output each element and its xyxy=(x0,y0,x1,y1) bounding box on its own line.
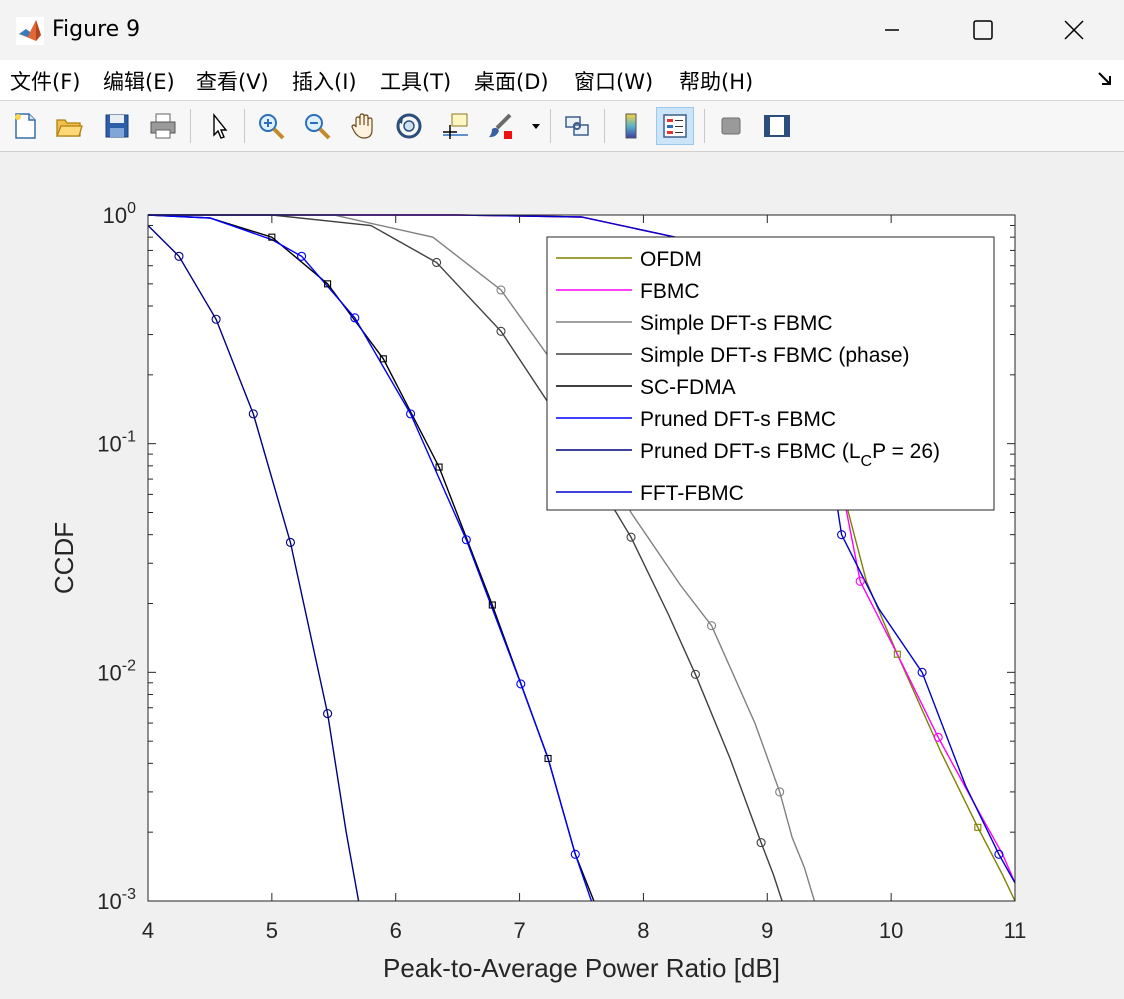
y-tick-label: 10-2 xyxy=(97,657,136,685)
legend[interactable]: OFDM FBMC Simple DFT-s FBMC Simple DFT-s FB… xyxy=(546,236,995,511)
pan-icon xyxy=(351,113,373,139)
x-tick-label: 11 xyxy=(1004,918,1027,943)
x-axis-label: Peak-to-Average Power Ratio [dB] xyxy=(383,953,780,983)
x-tick-label: 8 xyxy=(637,918,649,943)
menu-insert[interactable]: 插入(I) xyxy=(292,66,357,96)
y-axis-label: CCDF xyxy=(49,522,79,594)
colorbar-button[interactable] xyxy=(612,107,650,145)
legend-label: SC-FDMA xyxy=(640,376,736,399)
menu-view[interactable]: 查看(V) xyxy=(196,66,269,96)
maximize-icon xyxy=(973,20,993,40)
zoom-in-icon xyxy=(259,114,285,140)
open-file-icon xyxy=(56,119,83,137)
ccdf-plot[interactable]: 4 5 6 7 8 9 10 11 100 10-1 10-2 10-3 Peak-to-Avera… xyxy=(0,152,1124,995)
legend-label: FFT-FBMC xyxy=(640,482,744,505)
x-tick-label: 4 xyxy=(142,918,154,943)
open-file-button[interactable] xyxy=(50,107,88,145)
legend-label: OFDM xyxy=(640,248,702,271)
close-button[interactable] xyxy=(1028,0,1120,60)
toolbar-separator xyxy=(190,109,191,143)
zoom-out-button[interactable] xyxy=(298,107,336,145)
menu-help[interactable]: 帮助(H) xyxy=(679,66,753,96)
brush-button[interactable] xyxy=(482,107,520,145)
rotate-3d-icon xyxy=(396,113,422,139)
save-icon xyxy=(105,114,129,138)
chevron-down-icon xyxy=(532,124,540,129)
print-button[interactable] xyxy=(144,107,182,145)
y-tick-label: 10-3 xyxy=(97,886,136,914)
data-cursor-icon xyxy=(443,113,468,139)
pan-button[interactable] xyxy=(344,107,382,145)
colorbar-icon xyxy=(625,113,637,139)
close-icon xyxy=(1064,20,1084,40)
toolbar-separator xyxy=(604,109,605,143)
legend-button[interactable] xyxy=(656,107,694,145)
legend-label: FBMC xyxy=(640,280,700,303)
window-title: Figure 9 xyxy=(52,17,141,42)
matlab-logo-icon xyxy=(16,17,44,45)
brush-icon xyxy=(489,113,512,139)
pointer-button[interactable] xyxy=(200,107,238,145)
title-bar[interactable]: Figure 9 xyxy=(0,0,1124,60)
x-tick-label: 9 xyxy=(761,918,773,943)
legend-label: Simple DFT-s FBMC (phase) xyxy=(640,344,910,367)
x-tick-label: 7 xyxy=(513,918,525,943)
menu-bar: 文件(F) 编辑(E) 查看(V) 插入(I) 工具(T) 桌面(D) 窗口(W… xyxy=(0,60,1124,101)
save-button[interactable] xyxy=(98,107,136,145)
zoom-in-button[interactable] xyxy=(252,107,290,145)
data-cursor-button[interactable] xyxy=(436,107,474,145)
legend-label: Simple DFT-s FBMC xyxy=(640,312,833,335)
link-plot-icon xyxy=(565,116,589,136)
show-plot-tools-icon xyxy=(764,115,790,137)
brush-dropdown-button[interactable] xyxy=(526,107,546,145)
x-tick-label: 6 xyxy=(390,918,402,943)
new-figure-button[interactable] xyxy=(6,107,44,145)
hide-plot-tools-button[interactable] xyxy=(712,107,750,145)
toolbar-separator xyxy=(244,109,245,143)
legend-label: Pruned DFT-s FBMC xyxy=(640,408,836,431)
y-tick-label: 10-1 xyxy=(97,429,136,457)
print-icon xyxy=(150,113,176,139)
legend-box xyxy=(546,236,995,511)
rotate-3d-button[interactable] xyxy=(390,107,428,145)
x-tick-label: 5 xyxy=(266,918,278,943)
show-plot-tools-button[interactable] xyxy=(758,107,796,145)
zoom-out-icon xyxy=(305,114,331,140)
toolbar-separator xyxy=(550,109,551,143)
new-figure-icon xyxy=(15,113,36,139)
minimize-button[interactable] xyxy=(846,0,938,60)
menu-window[interactable]: 窗口(W) xyxy=(574,66,653,96)
hide-plot-tools-icon xyxy=(721,117,741,135)
figure-canvas[interactable]: 4 5 6 7 8 9 10 11 100 10-1 10-2 10-3 Peak-to-Avera… xyxy=(0,152,1124,995)
pointer-icon xyxy=(213,113,228,139)
toolbar-separator xyxy=(704,109,705,143)
menu-file[interactable]: 文件(F) xyxy=(10,66,80,96)
y-tick-label: 100 xyxy=(103,200,136,228)
figure-toolbar xyxy=(0,101,1124,152)
minimize-icon xyxy=(885,29,899,31)
maximize-button[interactable] xyxy=(937,0,1029,60)
menu-edit[interactable]: 编辑(E) xyxy=(103,66,175,96)
figure-window: Figure 9 文件(F) 编辑(E) 查看(V) 插入(I) 工具(T) 桌… xyxy=(0,0,1124,995)
menu-tools[interactable]: 工具(T) xyxy=(380,66,451,96)
link-plot-button[interactable] xyxy=(558,107,596,145)
legend-icon xyxy=(663,114,687,138)
dock-arrow-icon[interactable] xyxy=(1096,70,1114,88)
menu-desktop[interactable]: 桌面(D) xyxy=(474,66,549,96)
x-tick-label: 10 xyxy=(879,918,903,943)
